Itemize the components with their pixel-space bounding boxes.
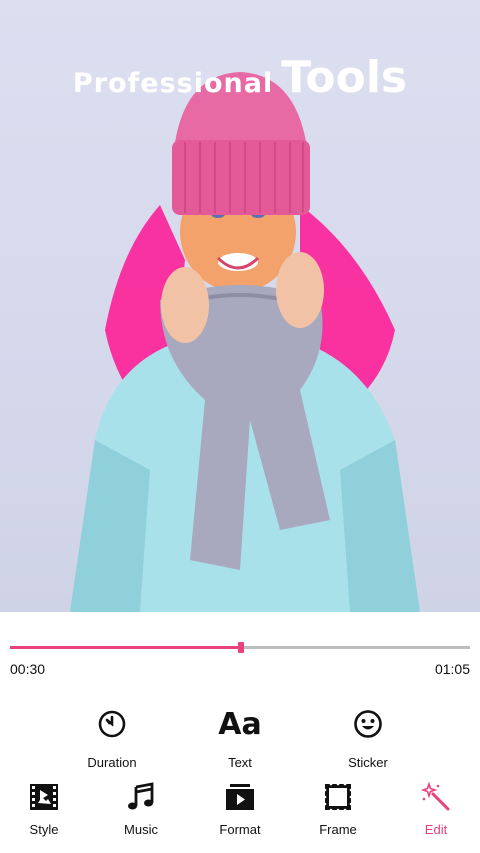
frame-icon: [290, 780, 386, 814]
film-strip-icon: [0, 780, 92, 814]
progress-thumb[interactable]: [238, 642, 245, 653]
banner-headline: Professional Tools: [0, 52, 480, 103]
music-note-icon: [93, 780, 189, 814]
smiley-icon: [313, 704, 423, 744]
playback-progress-bar[interactable]: [10, 642, 470, 653]
duration-tool-button[interactable]: Duration: [57, 704, 167, 770]
sticker-tool-label: Sticker: [348, 755, 388, 770]
current-time: 00:30: [10, 661, 46, 677]
nav-style[interactable]: Style: [0, 780, 92, 837]
nav-style-label: Style: [29, 822, 59, 837]
text-tool-button[interactable]: Aa Text: [185, 704, 295, 771]
banner-title-small: Professional: [72, 68, 274, 99]
text-aa-icon: Aa: [185, 704, 295, 744]
nav-format-label: Format: [219, 822, 261, 837]
nav-edit-label: Edit: [424, 822, 448, 837]
text-aa-glyph: Aa: [218, 706, 262, 742]
photo-preview: Professional Tools: [0, 0, 480, 612]
nav-format[interactable]: Format: [192, 780, 288, 837]
nav-frame[interactable]: Frame: [290, 780, 386, 837]
total-time: 01:05: [434, 661, 470, 677]
nav-edit[interactable]: Edit: [388, 780, 480, 837]
nav-music[interactable]: Music: [93, 780, 189, 837]
bottom-navigation: Style Music Format Frame Edit: [0, 780, 480, 840]
banner-title-big: Tools: [281, 52, 408, 103]
text-tool-label: Text: [228, 755, 252, 770]
duration-tool-label: Duration: [87, 755, 137, 770]
timer-icon: [57, 704, 167, 744]
sticker-tool-button[interactable]: Sticker: [313, 704, 423, 770]
nav-music-label: Music: [124, 822, 158, 837]
format-play-icon: [192, 780, 288, 814]
magic-wand-icon: [388, 780, 480, 814]
progress-fill: [10, 646, 242, 649]
nav-frame-label: Frame: [319, 822, 357, 837]
